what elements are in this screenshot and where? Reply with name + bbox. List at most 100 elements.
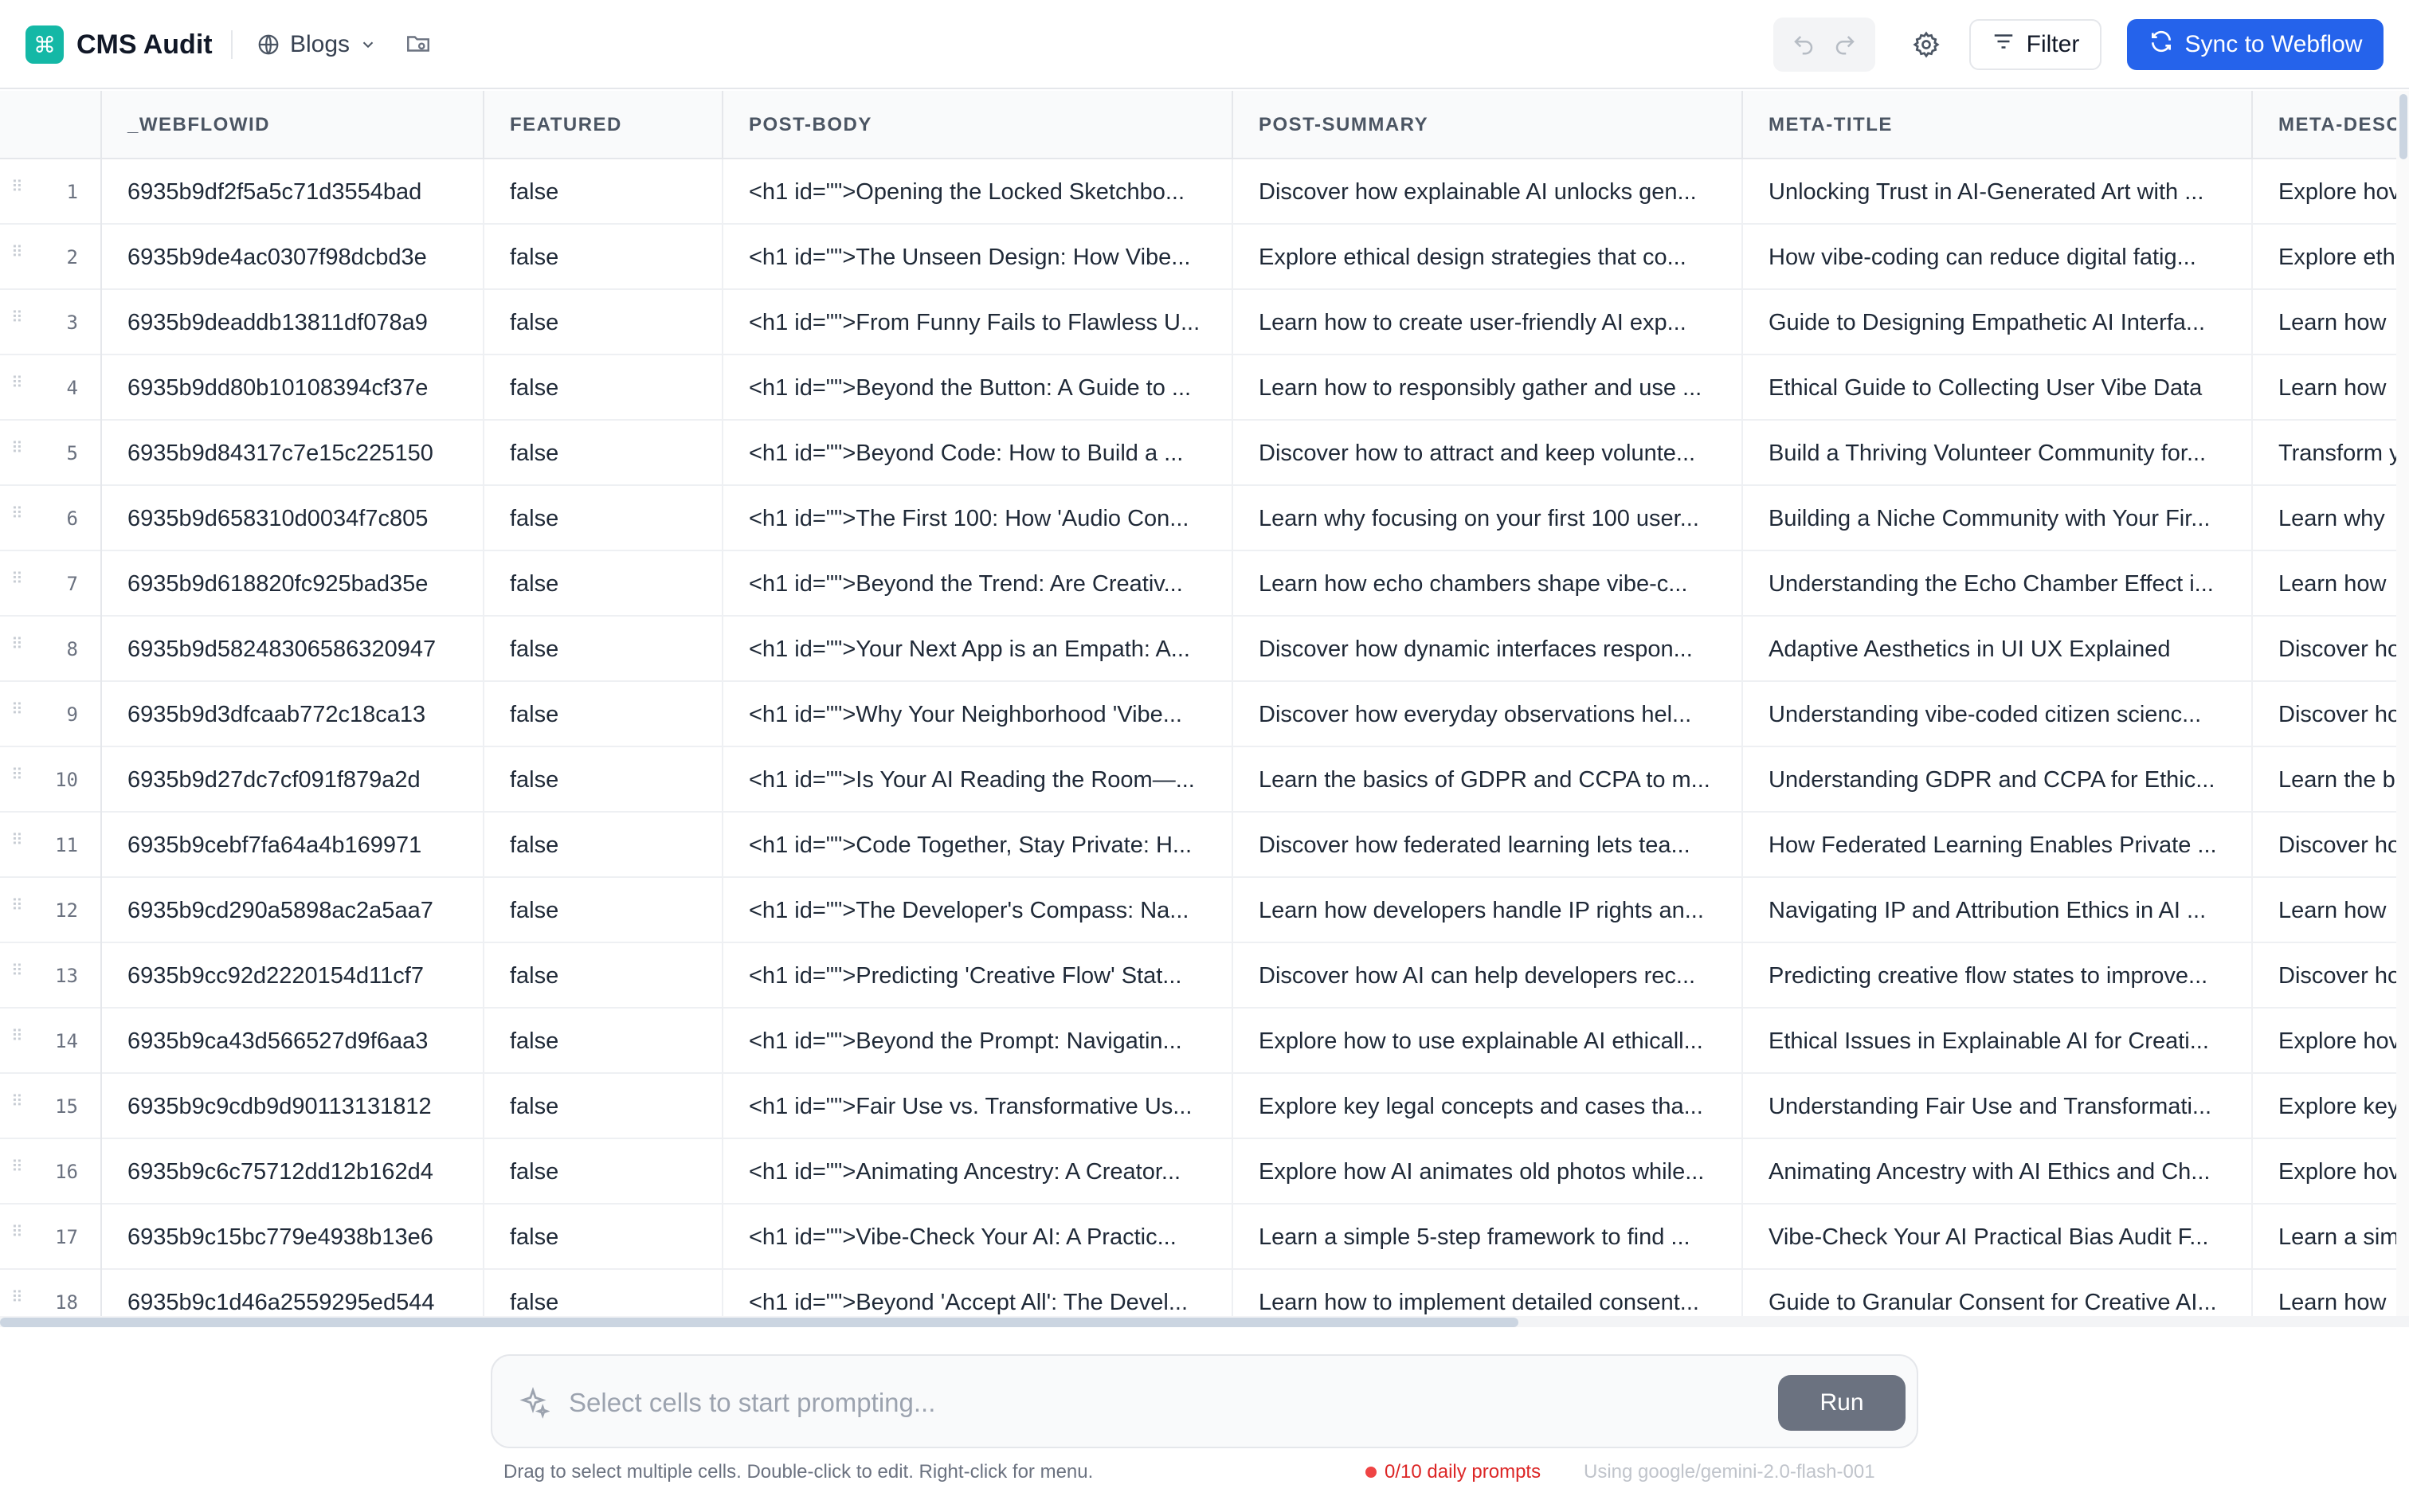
cell-meta-title[interactable]: Predicting creative flow states to impro… (1743, 943, 2253, 1009)
row-number-cell[interactable]: ⠿ 8 (0, 617, 102, 682)
cell-webflowid[interactable]: 6935b9d84317c7e15c225150 (102, 421, 484, 486)
cell-meta-title[interactable]: Unlocking Trust in AI-Generated Art with… (1743, 159, 2253, 225)
cell-post-body[interactable]: <h1 id="">Predicting 'Creative Flow' Sta… (723, 943, 1233, 1009)
gear-icon[interactable] (1910, 29, 1942, 61)
sync-to-webflow-button[interactable]: Sync to Webflow (2127, 19, 2384, 70)
row-number-cell[interactable]: ⠿ 17 (0, 1205, 102, 1270)
row-number-cell[interactable]: ⠿ 3 (0, 290, 102, 355)
cell-meta-desc[interactable]: Explore hov (2253, 159, 2409, 225)
column-header-featured[interactable]: FEATURED (484, 91, 723, 159)
cell-post-summary[interactable]: Learn the basics of GDPR and CCPA to m..… (1233, 747, 1743, 813)
drag-handle-icon[interactable]: ⠿ (11, 1028, 24, 1044)
collection-select[interactable]: Blogs (257, 24, 377, 65)
cell-post-summary[interactable]: Learn a simple 5-step framework to find … (1233, 1205, 1743, 1270)
cell-meta-desc[interactable]: Explore eth (2253, 225, 2409, 290)
table-row[interactable]: ⠿ 1 6935b9df2f5a5c71d3554bad false <h1 id=""… (0, 159, 2409, 225)
drag-handle-icon[interactable]: ⠿ (11, 1159, 24, 1175)
cell-meta-title[interactable]: Building a Niche Community with Your Fir… (1743, 486, 2253, 551)
cell-meta-title[interactable]: How Federated Learning Enables Private .… (1743, 813, 2253, 878)
cell-post-summary[interactable]: Learn how to create user-friendly AI exp… (1233, 290, 1743, 355)
table-row[interactable]: ⠿ 12 6935b9cd290a5898ac2a5aa7 false <h1 id="… (0, 878, 2409, 943)
table-row[interactable]: ⠿ 13 6935b9cc92d2220154d11cf7 false <h1 id="… (0, 943, 2409, 1009)
redo-icon[interactable] (1833, 33, 1857, 57)
cell-meta-desc[interactable]: Learn the b (2253, 747, 2409, 813)
row-number-cell[interactable]: ⠿ 7 (0, 551, 102, 617)
row-number-cell[interactable]: ⠿ 5 (0, 421, 102, 486)
cell-post-body[interactable]: <h1 id="">Fair Use vs. Transformative Us… (723, 1074, 1233, 1139)
cell-featured[interactable]: false (484, 1270, 723, 1318)
row-number-cell[interactable]: ⠿ 2 (0, 225, 102, 290)
row-number-cell[interactable]: ⠿ 16 (0, 1139, 102, 1205)
cell-post-body[interactable]: <h1 id="">Opening the Locked Sketchbo... (723, 159, 1233, 225)
cell-webflowid[interactable]: 6935b9cd290a5898ac2a5aa7 (102, 878, 484, 943)
drag-handle-icon[interactable]: ⠿ (11, 702, 24, 718)
cell-featured[interactable]: false (484, 355, 723, 421)
row-number-cell[interactable]: ⠿ 13 (0, 943, 102, 1009)
drag-handle-icon[interactable]: ⠿ (11, 1290, 24, 1306)
row-number-cell[interactable]: ⠿ 4 (0, 355, 102, 421)
cell-featured[interactable]: false (484, 225, 723, 290)
cell-meta-title[interactable]: Guide to Granular Consent for Creative A… (1743, 1270, 2253, 1318)
cell-post-summary[interactable]: Learn how to responsibly gather and use … (1233, 355, 1743, 421)
cell-post-body[interactable]: <h1 id="">Is Your AI Reading the Room—..… (723, 747, 1233, 813)
table-row[interactable]: ⠿ 5 6935b9d84317c7e15c225150 false <h1 id=""… (0, 421, 2409, 486)
cell-meta-desc[interactable]: Discover ho (2253, 682, 2409, 747)
cell-post-summary[interactable]: Explore ethical design strategies that c… (1233, 225, 1743, 290)
cell-webflowid[interactable]: 6935b9cc92d2220154d11cf7 (102, 943, 484, 1009)
cell-meta-title[interactable]: Ethical Issues in Explainable AI for Cre… (1743, 1009, 2253, 1074)
cell-meta-title[interactable]: Vibe-Check Your AI Practical Bias Audit … (1743, 1205, 2253, 1270)
vertical-scrollbar[interactable] (2396, 91, 2409, 1318)
cell-webflowid[interactable]: 6935b9c1d46a2559295ed544 (102, 1270, 484, 1318)
row-number-cell[interactable]: ⠿ 11 (0, 813, 102, 878)
cell-webflowid[interactable]: 6935b9d658310d0034f7c805 (102, 486, 484, 551)
table-row[interactable]: ⠿ 6 6935b9d658310d0034f7c805 false <h1 id=""… (0, 486, 2409, 551)
cell-meta-title[interactable]: Understanding the Echo Chamber Effect i.… (1743, 551, 2253, 617)
cell-featured[interactable]: false (484, 421, 723, 486)
column-header-post-body[interactable]: POST-BODY (723, 91, 1233, 159)
drag-handle-icon[interactable]: ⠿ (11, 310, 24, 326)
cell-webflowid[interactable]: 6935b9d58248306586320947 (102, 617, 484, 682)
cell-meta-title[interactable]: Understanding vibe-coded citizen scienc.… (1743, 682, 2253, 747)
cell-meta-desc[interactable]: Explore key (2253, 1074, 2409, 1139)
cell-meta-desc[interactable]: Explore hov (2253, 1009, 2409, 1074)
cell-post-summary[interactable]: Discover how federated learning lets tea… (1233, 813, 1743, 878)
cell-post-summary[interactable]: Discover how dynamic interfaces respon..… (1233, 617, 1743, 682)
cell-post-body[interactable]: <h1 id="">The First 100: How 'Audio Con.… (723, 486, 1233, 551)
cell-post-body[interactable]: <h1 id="">Vibe-Check Your AI: A Practic.… (723, 1205, 1233, 1270)
drag-handle-icon[interactable]: ⠿ (11, 571, 24, 587)
row-number-cell[interactable]: ⠿ 14 (0, 1009, 102, 1074)
cell-post-summary[interactable]: Learn how developers handle IP rights an… (1233, 878, 1743, 943)
cell-meta-desc[interactable]: Explore hov (2253, 1139, 2409, 1205)
cell-meta-desc[interactable]: Learn how (2253, 878, 2409, 943)
cell-meta-desc[interactable]: Discover ho (2253, 617, 2409, 682)
table-row[interactable]: ⠿ 11 6935b9cebf7fa64a4b169971 false <h1 id="… (0, 813, 2409, 878)
cell-post-body[interactable]: <h1 id="">Beyond Code: How to Build a ..… (723, 421, 1233, 486)
horizontal-scrollbar[interactable] (0, 1316, 2409, 1327)
cell-webflowid[interactable]: 6935b9c9cdb9d90113131812 (102, 1074, 484, 1139)
cell-post-summary[interactable]: Discover how to attract and keep volunte… (1233, 421, 1743, 486)
cell-webflowid[interactable]: 6935b9deaddb13811df078a9 (102, 290, 484, 355)
cell-meta-title[interactable]: Guide to Designing Empathetic AI Interfa… (1743, 290, 2253, 355)
undo-icon[interactable] (1792, 33, 1816, 57)
cell-webflowid[interactable]: 6935b9c15bc779e4938b13e6 (102, 1205, 484, 1270)
cell-post-body[interactable]: <h1 id="">Beyond 'Accept All': The Devel… (723, 1270, 1233, 1318)
filter-button[interactable]: Filter (1969, 19, 2102, 70)
drag-handle-icon[interactable]: ⠿ (11, 179, 24, 195)
cell-meta-desc[interactable]: Learn how (2253, 355, 2409, 421)
table-row[interactable]: ⠿ 8 6935b9d58248306586320947 false <h1 id=""… (0, 617, 2409, 682)
cell-post-summary[interactable]: Learn how echo chambers shape vibe-c... (1233, 551, 1743, 617)
cell-webflowid[interactable]: 6935b9de4ac0307f98dcbd3e (102, 225, 484, 290)
cell-webflowid[interactable]: 6935b9df2f5a5c71d3554bad (102, 159, 484, 225)
cell-meta-desc[interactable]: Discover ho (2253, 943, 2409, 1009)
cell-featured[interactable]: false (484, 878, 723, 943)
cell-featured[interactable]: false (484, 486, 723, 551)
table-row[interactable]: ⠿ 17 6935b9c15bc779e4938b13e6 false <h1 id="… (0, 1205, 2409, 1270)
cell-post-body[interactable]: <h1 id="">Animating Ancestry: A Creator.… (723, 1139, 1233, 1205)
cell-meta-desc[interactable]: Transform y (2253, 421, 2409, 486)
cell-featured[interactable]: false (484, 290, 723, 355)
drag-handle-icon[interactable]: ⠿ (11, 832, 24, 848)
table-row[interactable]: ⠿ 18 6935b9c1d46a2559295ed544 false <h1 id="… (0, 1270, 2409, 1318)
cell-featured[interactable]: false (484, 1205, 723, 1270)
cell-post-summary[interactable]: Explore how AI animates old photos while… (1233, 1139, 1743, 1205)
cell-post-summary[interactable]: Discover how AI can help developers rec.… (1233, 943, 1743, 1009)
